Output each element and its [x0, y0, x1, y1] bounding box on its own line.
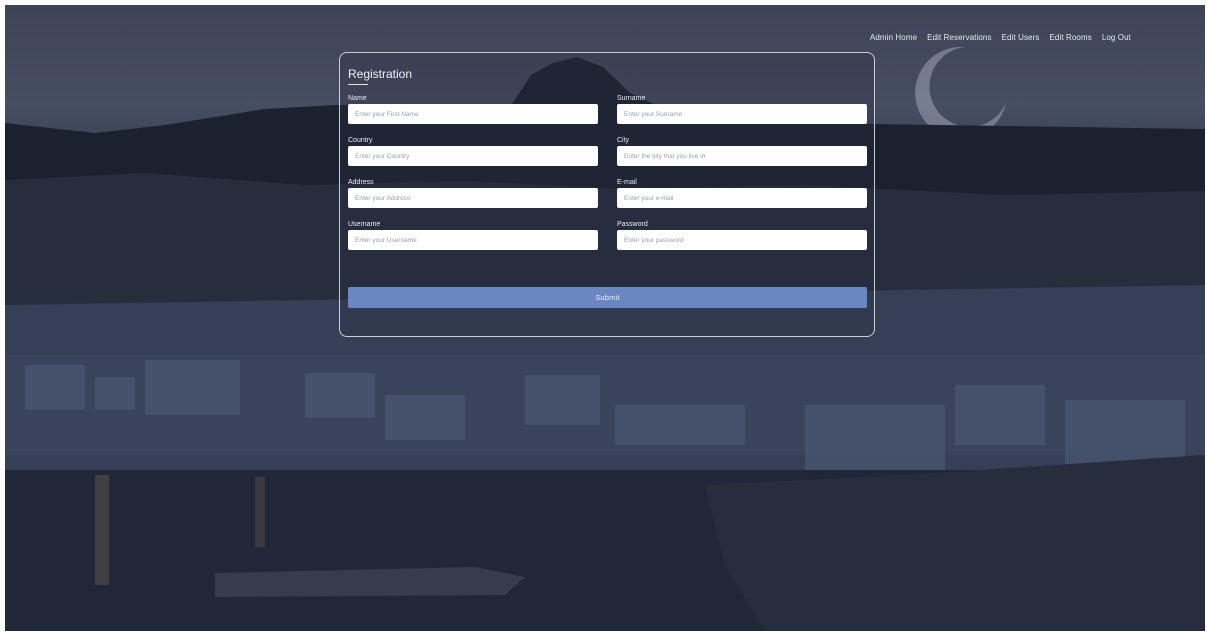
top-nav: Admin Home Edit Reservations Edit Users … [870, 33, 1131, 42]
address-input[interactable] [348, 188, 598, 208]
username-label: Username [348, 221, 381, 228]
country-label: Country [348, 137, 373, 144]
registration-card: Registration Name Surname Country City A… [339, 52, 875, 337]
username-input[interactable] [348, 230, 598, 250]
country-field-group: Country [348, 136, 598, 166]
password-field-group: Password [617, 220, 867, 250]
city-field-group: City [617, 136, 867, 166]
form-title: Registration [348, 67, 413, 85]
city-input[interactable] [617, 146, 867, 166]
nav-edit-users[interactable]: Edit Users [1002, 33, 1040, 42]
nav-log-out[interactable]: Log Out [1102, 33, 1131, 42]
email-label: E-mail [617, 179, 637, 186]
name-input[interactable] [348, 104, 598, 124]
nav-edit-rooms[interactable]: Edit Rooms [1049, 33, 1091, 42]
name-field-group: Name [348, 94, 598, 124]
password-label: Password [617, 221, 648, 228]
page-viewport: Admin Home Edit Reservations Edit Users … [5, 5, 1205, 631]
email-input[interactable] [617, 188, 867, 208]
submit-button[interactable]: Submit [348, 287, 867, 308]
nav-edit-reservations[interactable]: Edit Reservations [927, 33, 991, 42]
surname-field-group: Surname [617, 94, 867, 124]
surname-label: Surname [617, 95, 646, 102]
city-label: City [617, 137, 630, 144]
username-field-group: Username [348, 220, 598, 250]
address-field-group: Address [348, 178, 598, 208]
address-label: Address [348, 179, 374, 186]
email-field-group: E-mail [617, 178, 867, 208]
name-label: Name [348, 95, 367, 102]
country-input[interactable] [348, 146, 598, 166]
password-input[interactable] [617, 230, 867, 250]
nav-admin-home[interactable]: Admin Home [870, 33, 917, 42]
surname-input[interactable] [617, 104, 867, 124]
